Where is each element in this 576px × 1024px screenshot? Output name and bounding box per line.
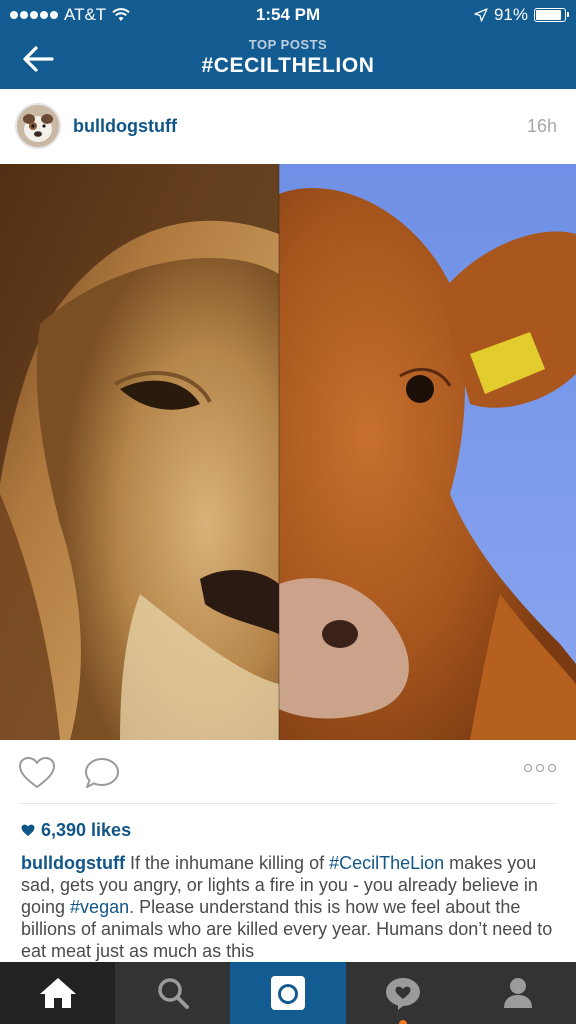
hashtag-link[interactable]: #vegan bbox=[70, 897, 129, 917]
status-bar: AT&T 1:54 PM 91% bbox=[0, 0, 576, 30]
post-image[interactable] bbox=[0, 164, 576, 740]
tab-camera[interactable] bbox=[230, 962, 346, 1024]
caption-username[interactable]: bulldogstuff bbox=[21, 853, 125, 873]
top-header: AT&T 1:54 PM 91% TOP POSTS #CECILTHELION bbox=[0, 0, 576, 89]
page-title: #CECILTHELION bbox=[201, 54, 375, 77]
like-button[interactable] bbox=[18, 756, 56, 790]
activity-icon bbox=[386, 978, 421, 1010]
comment-button[interactable] bbox=[83, 756, 121, 790]
bulldog-avatar-icon bbox=[17, 105, 59, 147]
caption-text: If the inhumane killing of bbox=[124, 853, 330, 873]
search-icon bbox=[158, 978, 189, 1009]
heart-outline-icon bbox=[19, 757, 55, 788]
likes-count[interactable]: 6,390 likes bbox=[21, 820, 131, 841]
post-timestamp: 16h bbox=[526, 116, 557, 136]
profile-icon bbox=[504, 978, 533, 1008]
cow-half-face-icon bbox=[279, 164, 576, 740]
more-options-button[interactable] bbox=[524, 764, 556, 772]
more-dot-icon bbox=[548, 764, 556, 772]
hashtag-link[interactable]: #CecilTheLion bbox=[329, 853, 444, 873]
avatar[interactable] bbox=[15, 103, 61, 149]
tab-search[interactable] bbox=[115, 962, 230, 1024]
heart-filled-icon bbox=[21, 824, 35, 836]
likes-label: 6,390 likes bbox=[41, 820, 132, 840]
divider bbox=[20, 803, 556, 804]
post-caption: bulldogstuff If the inhumane killing of … bbox=[21, 852, 561, 962]
post-actions bbox=[0, 740, 576, 804]
location-arrow-icon bbox=[474, 8, 488, 22]
post-header: bulldogstuff 16h bbox=[0, 89, 576, 164]
battery-icon bbox=[534, 8, 569, 22]
camera-icon bbox=[270, 976, 305, 1010]
more-dot-icon bbox=[524, 764, 532, 772]
comment-bubble-icon bbox=[85, 758, 119, 788]
tab-activity[interactable] bbox=[346, 962, 461, 1024]
bottom-tab-bar bbox=[0, 962, 576, 1024]
nav-subtitle: TOP POSTS bbox=[248, 37, 328, 52]
nav-bar: TOP POSTS #CECILTHELION bbox=[0, 30, 576, 89]
home-icon bbox=[39, 978, 76, 1008]
battery-percent: 91% bbox=[493, 5, 528, 24]
more-dot-icon bbox=[536, 764, 544, 772]
tab-home[interactable] bbox=[0, 962, 116, 1024]
notification-indicator bbox=[399, 1020, 408, 1024]
lion-half-face-icon bbox=[0, 164, 279, 740]
tab-profile[interactable] bbox=[461, 962, 576, 1024]
post-username[interactable]: bulldogstuff bbox=[73, 116, 177, 137]
